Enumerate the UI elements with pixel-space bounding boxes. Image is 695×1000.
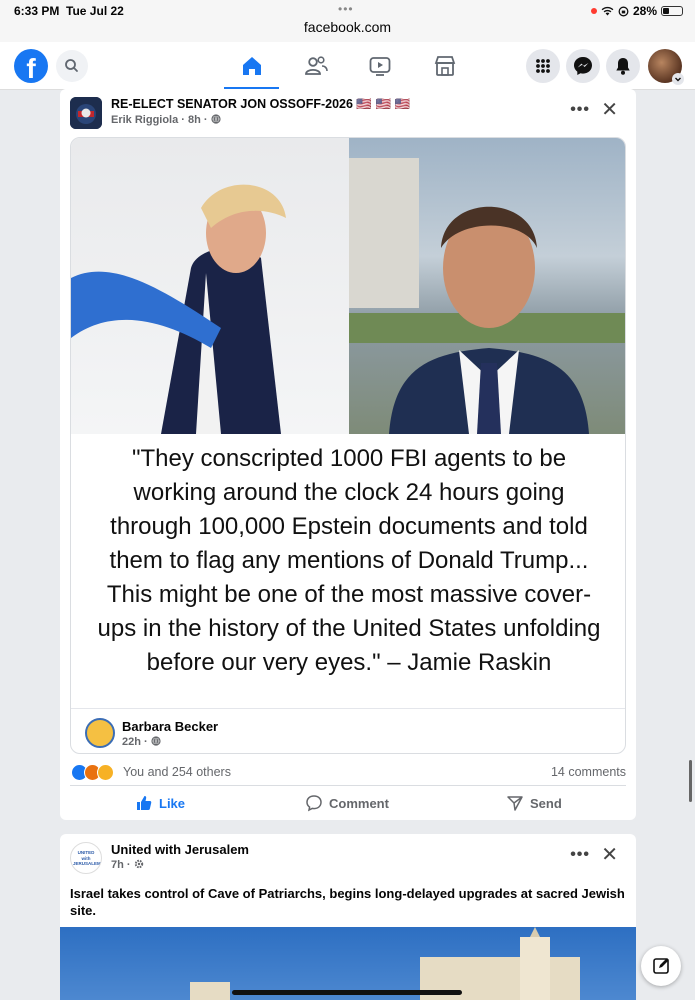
comment-button[interactable]: Comment bbox=[305, 789, 389, 817]
post-headline: Israel takes control of Cave of Patriarc… bbox=[70, 886, 625, 918]
search-icon bbox=[65, 59, 78, 72]
divider bbox=[70, 785, 626, 786]
menu-button[interactable] bbox=[526, 49, 560, 83]
send-label: Send bbox=[530, 795, 562, 811]
post-meta: 7h · bbox=[111, 859, 144, 871]
like-label: Like bbox=[159, 795, 186, 811]
settings-icon bbox=[134, 859, 143, 869]
scrollbar-thumb[interactable] bbox=[689, 760, 692, 802]
post-author-time[interactable]: Erik Riggiola · 8h · bbox=[111, 114, 211, 126]
menu-grid-icon bbox=[536, 59, 550, 73]
friends-icon[interactable] bbox=[302, 52, 330, 80]
facebook-nav-bar: f bbox=[0, 42, 695, 90]
post-group-title[interactable]: RE-ELECT SENATOR JON OSSOFF-2026 🇺🇸 🇺🇸 🇺… bbox=[111, 97, 410, 112]
group-logo-image bbox=[70, 97, 102, 129]
post-photo-right bbox=[349, 138, 625, 434]
post-photo-left bbox=[71, 138, 349, 434]
notifications-button[interactable] bbox=[606, 49, 640, 83]
sad-reaction-icon bbox=[97, 763, 114, 781]
page-avatar[interactable]: UNITED with JERUSALEM bbox=[70, 842, 102, 874]
page-logo-text: UNITED with JERUSALEM bbox=[73, 850, 101, 866]
home-icon[interactable] bbox=[238, 52, 266, 80]
battery-icon bbox=[661, 6, 683, 16]
facebook-logo[interactable]: f bbox=[14, 49, 48, 83]
search-button[interactable] bbox=[56, 50, 88, 82]
feed-post: RE-ELECT SENATOR JON OSSOFF-2026 🇺🇸 🇺🇸 🇺… bbox=[60, 89, 636, 820]
compose-button[interactable] bbox=[641, 946, 681, 986]
recording-dot-icon bbox=[590, 8, 597, 14]
sharer-meta: 22h · bbox=[122, 736, 161, 748]
send-button[interactable]: Send bbox=[506, 789, 562, 817]
group-avatar[interactable] bbox=[70, 97, 102, 129]
multitasking-dots[interactable]: ••• bbox=[338, 2, 354, 16]
page-title[interactable]: United with Jerusalem bbox=[111, 842, 249, 857]
orientation-lock-icon bbox=[618, 6, 629, 16]
post-time[interactable]: 7h · bbox=[111, 859, 134, 871]
shared-post[interactable]: "They conscripted 1000 FBI agents to be … bbox=[70, 137, 626, 754]
comment-icon bbox=[306, 795, 322, 812]
marketplace-icon[interactable] bbox=[431, 52, 459, 80]
reaction-icons[interactable] bbox=[71, 762, 114, 782]
sharer-name[interactable]: Barbara Becker bbox=[122, 719, 218, 734]
close-icon[interactable]: ✕ bbox=[601, 97, 618, 122]
status-bar: 6:33 PM Tue Jul 22 ••• facebook.com 28% bbox=[0, 0, 695, 42]
address-bar-url[interactable]: facebook.com bbox=[0, 19, 695, 35]
compose-icon bbox=[653, 958, 669, 974]
send-icon bbox=[507, 796, 523, 811]
feed-post: UNITED with JERUSALEM United with Jerusa… bbox=[60, 834, 636, 1000]
globe-icon bbox=[211, 114, 221, 124]
profile-avatar[interactable] bbox=[648, 49, 684, 85]
globe-icon bbox=[151, 736, 161, 746]
notifications-icon bbox=[616, 58, 630, 75]
status-time: 6:33 PM Tue Jul 22 bbox=[14, 4, 124, 18]
watch-icon[interactable] bbox=[366, 52, 394, 80]
wifi-icon bbox=[601, 6, 614, 16]
post-meta: Erik Riggiola · 8h · bbox=[111, 114, 221, 126]
reactions-count[interactable]: You and 254 others bbox=[123, 765, 231, 779]
more-options-button[interactable]: ••• bbox=[570, 846, 590, 864]
home-indicator[interactable] bbox=[232, 990, 462, 995]
close-icon[interactable]: ✕ bbox=[601, 842, 618, 867]
sharer-time[interactable]: 22h · bbox=[122, 736, 151, 748]
more-options-button[interactable]: ••• bbox=[570, 101, 590, 119]
chevron-down-icon bbox=[672, 73, 684, 85]
like-button[interactable]: Like bbox=[135, 789, 185, 817]
messenger-icon bbox=[574, 57, 592, 75]
thumbs-up-icon bbox=[137, 796, 152, 810]
messenger-button[interactable] bbox=[566, 49, 600, 83]
quote-text: "They conscripted 1000 FBI agents to be … bbox=[97, 445, 601, 676]
comments-count[interactable]: 14 comments bbox=[551, 765, 626, 779]
shared-post-author: Barbara Becker 22h · bbox=[71, 708, 625, 753]
battery-percent: 28% bbox=[632, 4, 657, 18]
sharer-avatar[interactable] bbox=[85, 718, 115, 748]
status-indicators: 28% bbox=[590, 4, 683, 18]
comment-label: Comment bbox=[329, 795, 389, 811]
